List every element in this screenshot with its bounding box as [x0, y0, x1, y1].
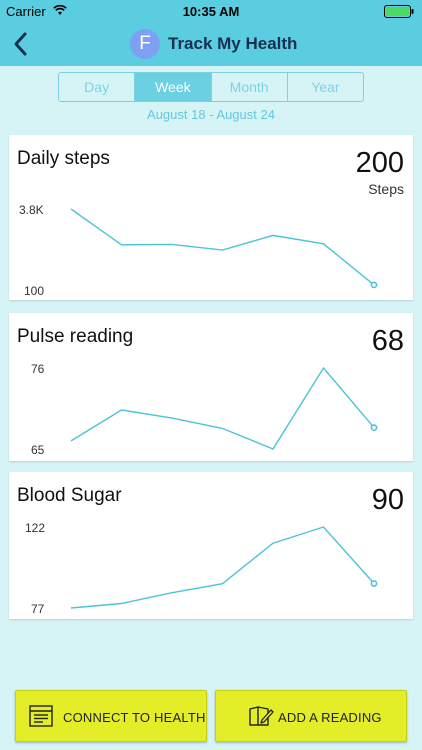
connect-to-health-button[interactable]: CONNECT TO HEALTH [15, 690, 207, 742]
pulse-chart [70, 366, 378, 450]
latest-point [370, 281, 378, 289]
battery-icon [384, 5, 414, 18]
add-reading-label: ADD A READING [278, 710, 382, 725]
steps-chart [70, 208, 378, 289]
connect-label: CONNECT TO HEALTH [63, 710, 206, 725]
tab-day[interactable]: Day [59, 73, 136, 101]
latest-point [370, 580, 378, 587]
sugar-card[interactable]: Blood Sugar 90 122 77 [9, 472, 413, 619]
chevron-left-icon [14, 32, 27, 56]
sugar-chart [70, 526, 378, 609]
steps-card[interactable]: Daily steps 200 Steps 3.8K 100 [9, 135, 413, 300]
nav-bar: Carrier 10:35 AM F Track My Health [0, 0, 422, 66]
health-list-icon [29, 705, 53, 727]
add-reading-button[interactable]: ADD A READING [215, 690, 407, 742]
status-time: 10:35 AM [182, 4, 240, 19]
page-title: Track My Health [168, 34, 298, 53]
series-line [70, 366, 375, 450]
avatar: F [130, 29, 160, 59]
date-range: August 18 - August 24 [147, 107, 275, 122]
series-line [70, 526, 375, 609]
latest-point [370, 424, 378, 432]
tab-year[interactable]: Year [288, 73, 363, 101]
series-line [70, 208, 375, 286]
period-selector: Day Week Month Year [58, 72, 364, 102]
status-bar: Carrier 10:35 AM [0, 0, 422, 22]
tab-week[interactable]: Week [135, 73, 212, 101]
pulse-card[interactable]: Pulse reading 68 76 65 [9, 313, 413, 461]
tab-month[interactable]: Month [212, 73, 288, 101]
notebook-pencil-icon [249, 706, 274, 726]
back-button[interactable] [8, 30, 32, 58]
